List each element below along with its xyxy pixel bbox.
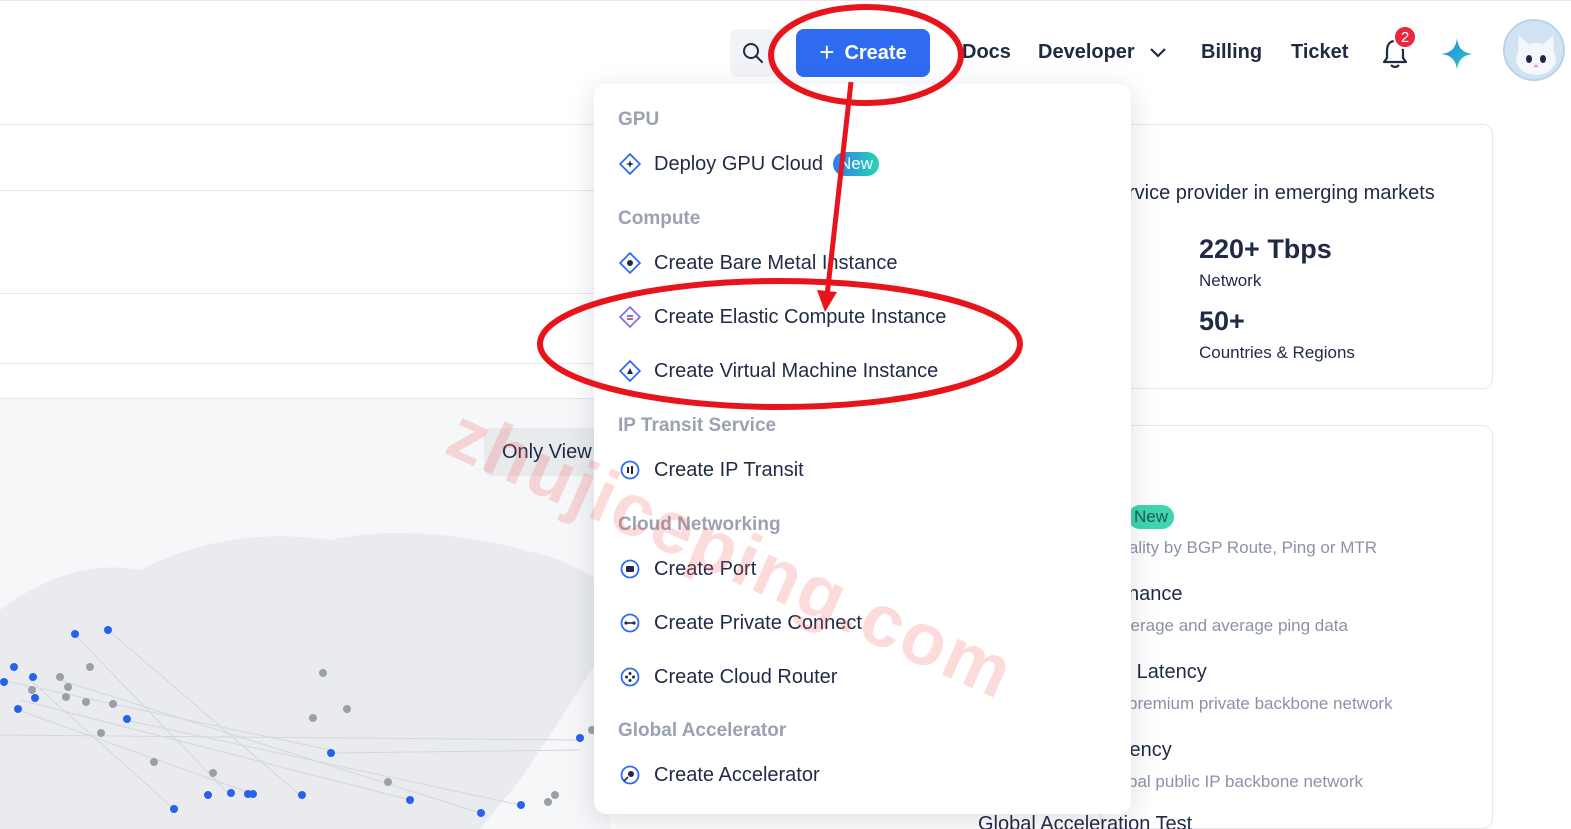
- virtual-machine-icon: [618, 359, 642, 383]
- bare-metal-icon: [618, 251, 642, 275]
- feature-desc: bal public IP backbone network: [1128, 772, 1364, 791]
- new-badge: New: [832, 152, 879, 176]
- stat-label: Network: [1199, 271, 1262, 290]
- create-button-label: Create: [844, 41, 907, 64]
- cat-avatar-icon: [1516, 35, 1556, 75]
- feature-title[interactable]: Global Acceleration Test: [978, 813, 1192, 829]
- stats-tagline: rvice provider in emerging markets: [1128, 182, 1435, 204]
- section-gpu: GPU: [618, 109, 660, 130]
- divider: [0, 190, 600, 191]
- menu-item-label: Create IP Transit: [654, 458, 804, 481]
- menu-item-label: Create Accelerator: [654, 763, 820, 786]
- stat-value: 220+ Tbps: [1199, 234, 1332, 264]
- search-icon: [743, 43, 763, 63]
- gpu-icon: [618, 152, 642, 176]
- cloud-router-icon: [618, 665, 642, 689]
- menu-item-accelerator[interactable]: Create Accelerator: [618, 763, 820, 787]
- stat-value: 50+: [1199, 306, 1245, 336]
- menu-item-cloud-router[interactable]: Create Cloud Router: [618, 665, 837, 689]
- accelerator-icon: [618, 763, 642, 787]
- create-dropdown-menu: [594, 84, 1131, 814]
- menu-item-label: Create Virtual Machine Instance: [654, 359, 939, 382]
- nav-ticket[interactable]: Ticket: [1291, 41, 1348, 64]
- create-button[interactable]: + Create: [796, 29, 930, 77]
- ai-sparkle-icon[interactable]: [1440, 37, 1474, 71]
- nav-docs[interactable]: Docs: [962, 41, 1011, 64]
- elastic-compute-icon: [618, 305, 642, 329]
- port-icon: [618, 557, 642, 581]
- menu-item-label: Create Elastic Compute Instance: [654, 305, 947, 328]
- feature-title[interactable]: tency: [1124, 739, 1172, 762]
- menu-item-elastic-compute[interactable]: Create Elastic Compute Instance: [618, 305, 946, 329]
- menu-item-deploy-gpu-cloud[interactable]: Deploy GPU Cloud New: [618, 152, 879, 176]
- feature-desc: premium private backbone network: [1128, 694, 1393, 713]
- divider: [0, 293, 600, 294]
- feature-desc: verage and average ping data: [1122, 616, 1348, 635]
- nav-developer-label: Developer: [1038, 41, 1135, 63]
- menu-item-virtual-machine[interactable]: Create Virtual Machine Instance: [618, 359, 938, 383]
- menu-item-label: Create Cloud Router: [654, 665, 838, 688]
- section-compute: Compute: [618, 208, 701, 229]
- world-map: [0, 532, 610, 829]
- plus-icon: +: [819, 36, 835, 67]
- nav-developer[interactable]: Developer: [1038, 41, 1167, 64]
- menu-item-bare-metal[interactable]: Create Bare Metal Instance: [618, 251, 897, 275]
- search-button[interactable]: [730, 29, 776, 77]
- nav-billing[interactable]: Billing: [1201, 41, 1262, 64]
- section-global-accelerator: Global Accelerator: [618, 720, 787, 741]
- private-connect-icon: [618, 611, 642, 635]
- menu-item-label: Create Bare Metal Instance: [654, 251, 898, 274]
- notification-badge: 2: [1393, 25, 1417, 49]
- menu-item-label: Deploy GPU Cloud: [654, 152, 823, 175]
- section-ip-transit: IP Transit Service: [618, 415, 777, 436]
- feature-title[interactable]: nance: [1128, 583, 1183, 606]
- background-card-left: [0, 124, 610, 364]
- stat-label: Countries & Regions: [1199, 343, 1355, 362]
- feature-desc: quality by BGP Route, Ping or MTR: [1110, 538, 1378, 557]
- chevron-down-icon: [1149, 47, 1166, 58]
- avatar[interactable]: [1503, 19, 1565, 81]
- feature-title[interactable]: e Latency: [1120, 661, 1207, 684]
- new-badge: New: [1128, 505, 1175, 529]
